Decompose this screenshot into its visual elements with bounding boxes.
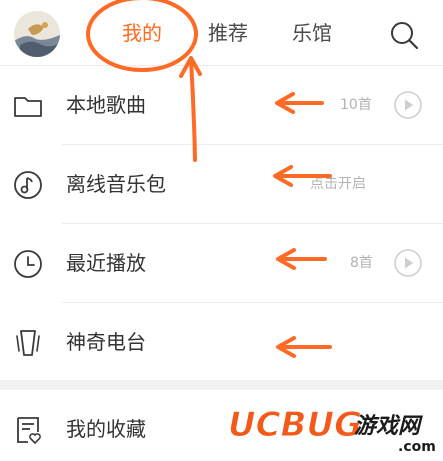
list-item-label: 神奇电台: [66, 330, 146, 354]
section-gap: [0, 380, 443, 390]
top-nav-bar: 我的 推荐 乐馆: [0, 0, 443, 66]
favorites-list-icon: [17, 417, 41, 445]
list-item-offline-music-pack[interactable]: 离线音乐包 点击开启: [0, 145, 443, 224]
search-icon[interactable]: [388, 19, 420, 51]
play-circle-icon[interactable]: [393, 248, 423, 278]
song-count: 8首: [350, 255, 373, 271]
list-item-local-songs[interactable]: 本地歌曲 10首: [0, 66, 443, 145]
ucbug-watermark-logo: UCBUG 游戏网 .com: [228, 405, 436, 456]
tab-recommend[interactable]: 推荐: [208, 20, 248, 46]
avatar-image: [14, 11, 60, 57]
list-item-label: 离线音乐包: [66, 172, 166, 196]
clock-icon: [14, 250, 42, 278]
list-item-magic-radio[interactable]: 神奇电台: [0, 303, 443, 382]
phone-radio-icon: [16, 330, 40, 356]
enable-hint[interactable]: 点击开启: [310, 175, 366, 193]
list-item-recently-played[interactable]: 最近播放 8首: [0, 224, 443, 303]
svg-text:.com: .com: [398, 439, 436, 455]
tab-mine[interactable]: 我的: [122, 20, 162, 46]
svg-text:UCBUG: UCBUG: [228, 405, 362, 445]
music-note-icon: [14, 171, 42, 199]
list-item-label: 最近播放: [66, 251, 146, 275]
song-count: 10首: [340, 97, 372, 113]
play-circle-icon[interactable]: [393, 90, 423, 120]
folder-icon: [14, 97, 42, 117]
tab-music-hall[interactable]: 乐馆: [292, 20, 332, 46]
svg-text:游戏网: 游戏网: [354, 414, 423, 439]
list-item-label: 本地歌曲: [66, 93, 146, 117]
user-avatar[interactable]: [14, 11, 60, 57]
list-item-label: 我的收藏: [66, 417, 146, 441]
